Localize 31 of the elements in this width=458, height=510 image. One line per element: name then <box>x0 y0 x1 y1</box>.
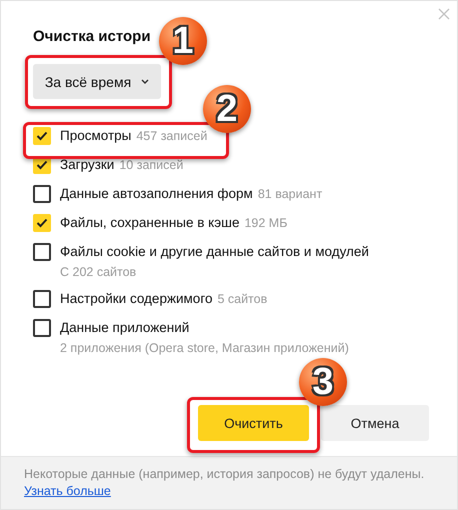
step-number-badge: 1 <box>159 17 207 65</box>
option-label: Просмотры <box>60 127 132 145</box>
learn-more-link[interactable]: Узнать больше <box>24 484 111 498</box>
item-count: 81 вариант <box>258 186 322 203</box>
checkbox[interactable] <box>33 127 51 145</box>
dialog-title: Очистка истори <box>33 28 151 45</box>
checkbox[interactable] <box>33 185 51 203</box>
footer-note: Некоторые данные (например, история запросов) не будут удалены. <box>24 466 426 483</box>
checkmark-icon <box>36 131 48 141</box>
option-label: Файлы, сохраненные в кэше <box>60 214 240 232</box>
checkmark-icon <box>36 160 48 170</box>
checkbox[interactable] <box>33 319 51 337</box>
option-label: Данные приложений <box>60 319 190 337</box>
checkmark-icon <box>36 218 48 228</box>
option-label: Файлы cookie и другие данные сайтов и модулей <box>60 243 369 261</box>
period-dropdown[interactable]: За всё время <box>33 64 161 99</box>
option-label: Данные автозаполнения форм <box>60 185 253 203</box>
option-label: Настройки содержимого <box>60 290 212 308</box>
option-label: Загрузки <box>60 156 114 174</box>
step-number-badge: 3 <box>299 358 347 406</box>
item-details: С 202 сайтов <box>60 264 138 281</box>
checkbox[interactable] <box>33 243 51 261</box>
cancel-button[interactable]: Отмена <box>321 405 429 441</box>
checkbox[interactable] <box>33 290 51 308</box>
checkbox[interactable] <box>33 214 51 232</box>
item-count: 192 МБ <box>244 215 288 232</box>
item-count: 10 записей <box>119 157 184 174</box>
clear-button[interactable]: Очистить <box>198 405 309 441</box>
item-count: 5 сайтов <box>217 291 268 308</box>
caret-icon <box>141 79 150 84</box>
item-details: 2 приложения (Opera store, Магазин приложений) <box>60 340 349 357</box>
